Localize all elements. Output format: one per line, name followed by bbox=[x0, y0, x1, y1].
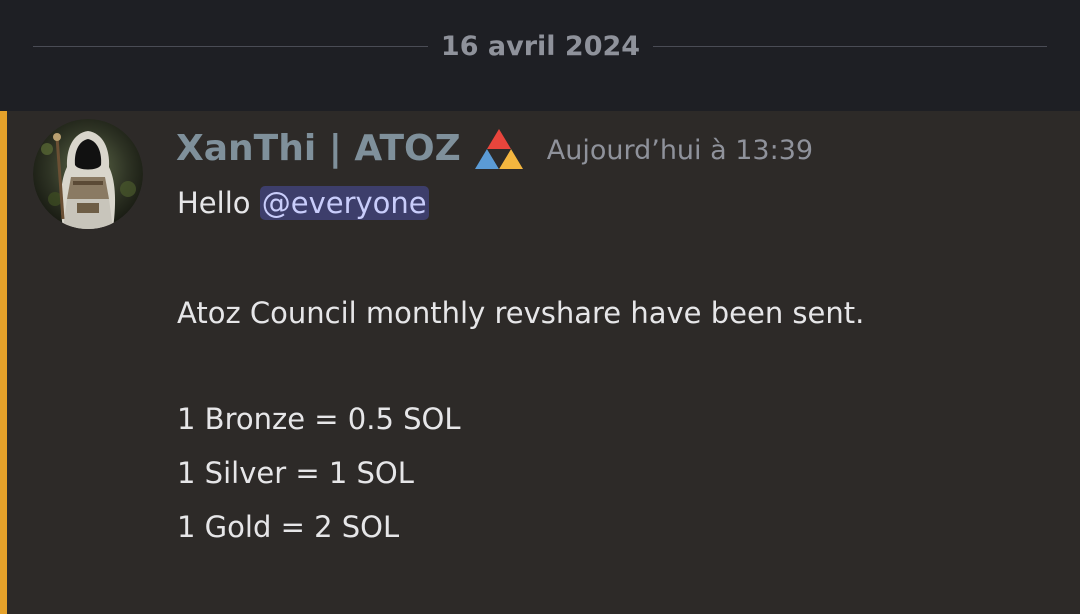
message-header: XanThi | ATOZ Aujourd’hui à 13:39 bbox=[176, 127, 813, 171]
rate-line-gold: 1 Gold = 2 SOL bbox=[177, 510, 400, 544]
avatar[interactable] bbox=[33, 119, 143, 229]
rate-line-silver: 1 Silver = 1 SOL bbox=[177, 456, 414, 490]
rate-line-bronze: 1 Bronze = 0.5 SOL bbox=[177, 402, 461, 436]
message-timestamp[interactable]: Aujourd’hui à 13:39 bbox=[547, 125, 813, 173]
date-divider-label: 16 avril 2024 bbox=[440, 31, 641, 62]
message-item[interactable]: XanThi | ATOZ Aujourd’hui à 13:39 Hello … bbox=[0, 111, 1080, 614]
mention-highlight-bar bbox=[0, 111, 7, 614]
hooded-figure-avatar-icon bbox=[33, 119, 143, 229]
everyone-mention[interactable]: @everyone bbox=[259, 186, 429, 220]
divider-line-left bbox=[33, 46, 428, 47]
username[interactable]: XanThi | ATOZ bbox=[176, 127, 461, 171]
message-body-text: Atoz Council monthly revshare have been … bbox=[177, 296, 865, 330]
message-greeting-line: Hello @everyone bbox=[177, 183, 429, 223]
date-divider-area: 16 avril 2024 bbox=[0, 0, 1080, 111]
greeting-text: Hello bbox=[177, 186, 260, 220]
divider-line-right bbox=[653, 46, 1047, 47]
atoz-triangle-icon[interactable] bbox=[473, 127, 525, 171]
